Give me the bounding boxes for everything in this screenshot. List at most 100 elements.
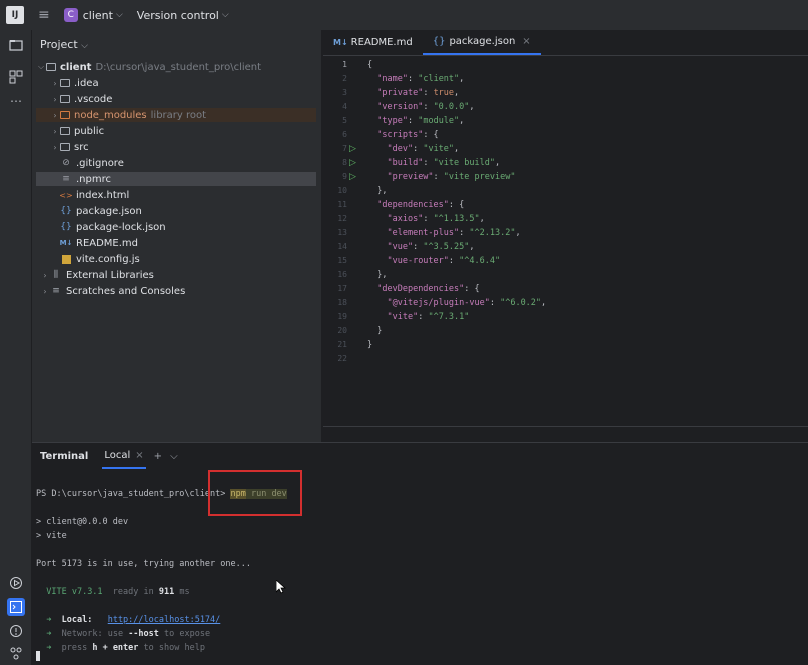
chevron-down-icon[interactable]: ⌵ — [116, 10, 123, 20]
chevron-right-icon[interactable]: › — [50, 143, 60, 152]
terminal-output-line: ➜ press h + enter to show help — [36, 641, 205, 655]
line-number: 5 — [342, 116, 347, 125]
more-icon[interactable]: ⋯ — [7, 92, 25, 110]
tree-item-src[interactable]: › src — [36, 140, 316, 154]
terminal-icon[interactable] — [7, 598, 25, 616]
vite-version: VITE v7.3.1 — [46, 587, 103, 597]
folder-icon — [60, 143, 70, 151]
run-script-icon[interactable]: ▷ — [349, 142, 359, 156]
tree-item-package-lock-json[interactable]: {} package-lock.json — [36, 220, 316, 234]
tree-item-package-json[interactable]: {} package.json — [36, 204, 316, 218]
tab-label: README.md — [350, 37, 413, 48]
code-line: "vue": "^3.5.25", — [387, 242, 475, 252]
library-root-note: library root — [150, 109, 207, 121]
root-folder-path: D:\cursor\java_student_pro\client — [95, 61, 262, 73]
chevron-right-icon[interactable]: › — [50, 95, 60, 104]
line-number: 21 — [337, 340, 347, 349]
editor-scrollbar[interactable] — [323, 426, 808, 442]
code-line: }, — [367, 270, 388, 280]
tree-item-label: index.html — [76, 189, 130, 201]
tab-local[interactable]: Local × — [102, 443, 146, 469]
close-icon[interactable]: × — [522, 36, 530, 47]
tree-item-npmrc[interactable]: ≡ .npmrc — [36, 172, 316, 186]
tree-item-index-html[interactable]: <> index.html — [36, 188, 316, 202]
tree-item-label: package.json — [76, 205, 142, 217]
title-bar: IJ ≡ C client ⌵ Version control ⌵ — [0, 0, 808, 30]
tree-item-external-libraries[interactable]: › ⫼ External Libraries — [36, 268, 316, 282]
terminal-output-line: > client@0.0.0 dev — [36, 517, 129, 527]
structure-icon[interactable] — [7, 68, 25, 86]
terminal-output-line: > vite — [36, 531, 67, 541]
local-label: Local: — [61, 615, 93, 625]
tree-item-readme[interactable]: M↓ README.md — [36, 236, 316, 250]
code-line: "devDependencies": { — [377, 284, 480, 294]
tree-item-label: .npmrc — [76, 173, 111, 185]
chevron-right-icon[interactable]: › — [50, 111, 60, 120]
tree-item-node-modules[interactable]: › node_modules library root — [36, 108, 316, 122]
folder-icon[interactable] — [7, 36, 25, 54]
line-number: 3 — [342, 88, 347, 97]
run-icon[interactable] — [7, 574, 25, 592]
project-name-dropdown[interactable]: client — [83, 9, 113, 22]
line-number: 1 — [342, 60, 347, 69]
tree-item-scratches[interactable]: › ≡ Scratches and Consoles — [36, 284, 316, 298]
left-toolbar: ⋯ — [0, 30, 32, 665]
run-script-icon[interactable]: ▷ — [349, 156, 359, 170]
run-script-icon[interactable]: ▷ — [349, 170, 359, 184]
line-number: 20 — [337, 326, 347, 335]
highlight-annotation-box — [208, 470, 302, 516]
code-line: "type": "module", — [377, 116, 465, 126]
markdown-file-icon: M↓ — [59, 239, 73, 247]
terminal-output-line: VITE v7.3.1 ready in 911 ms — [36, 585, 190, 599]
ready-label: ready in — [112, 587, 154, 597]
network-use: use — [107, 629, 124, 639]
line-number: 17 — [337, 284, 347, 293]
new-terminal-icon[interactable]: + — [154, 451, 162, 462]
close-icon[interactable]: × — [135, 450, 143, 461]
code-line: "name": "client", — [377, 74, 465, 84]
tree-item-vite-config[interactable]: vite.config.js — [36, 252, 316, 266]
chevron-right-icon[interactable]: › — [50, 127, 60, 136]
project-badge-icon[interactable]: C — [63, 8, 78, 22]
chevron-down-icon[interactable]: ⌵ — [81, 41, 88, 51]
folder-icon — [46, 63, 56, 71]
chevron-down-icon[interactable]: ⌵ — [222, 10, 229, 20]
app-logo-icon[interactable]: IJ — [6, 6, 24, 24]
terminal-title: Terminal — [40, 450, 89, 462]
project-title-label: Project — [40, 38, 78, 51]
arrow-icon: ➜ — [46, 615, 52, 625]
line-number: 16 — [337, 270, 347, 279]
mouse-pointer-icon — [276, 580, 286, 594]
editor-panel: M↓ README.md {} package.json × 1 2 3 4 5… — [323, 30, 808, 442]
terminal-cursor — [36, 651, 40, 661]
tree-item-vscode[interactable]: › .vscode — [36, 92, 316, 106]
line-number: 7 — [342, 144, 347, 153]
ready-ms: 911 — [158, 587, 175, 597]
chevron-down-icon[interactable]: ⌵ — [170, 451, 178, 462]
press-label: press — [61, 643, 88, 653]
tree-item-gitignore[interactable]: ⊘ .gitignore — [36, 156, 316, 170]
ms-label: ms — [179, 587, 190, 597]
line-number: 2 — [342, 74, 347, 83]
chevron-right-icon[interactable]: › — [50, 79, 60, 88]
code-line: "dependencies": { — [377, 200, 465, 210]
tree-root-client[interactable]: ⌵ client D:\cursor\java_student_pro\clie… — [36, 60, 316, 74]
problems-icon[interactable] — [7, 622, 25, 640]
markdown-file-icon: M↓ — [333, 38, 348, 47]
git-icon[interactable] — [7, 644, 25, 662]
chevron-down-icon[interactable]: ⌵ — [36, 62, 46, 72]
tab-package-json[interactable]: {} package.json × — [422, 30, 541, 55]
chevron-right-icon[interactable]: › — [40, 271, 50, 280]
project-panel-title[interactable]: Project ⌵ — [40, 38, 88, 51]
tree-item-idea[interactable]: › .idea — [36, 76, 316, 90]
local-url-link[interactable]: http://localhost:5174/ — [108, 615, 221, 625]
tree-item-label: node_modules — [74, 109, 147, 121]
line-number: 4 — [342, 102, 347, 111]
chevron-right-icon[interactable]: › — [40, 287, 50, 296]
tree-item-public[interactable]: › public — [36, 124, 316, 138]
code-line: "vite": "^7.3.1" — [387, 312, 470, 322]
tab-readme[interactable]: M↓ README.md — [323, 30, 423, 55]
line-number: 6 — [342, 130, 347, 139]
main-menu-icon[interactable]: ≡ — [38, 7, 50, 23]
version-control-dropdown[interactable]: Version control — [137, 9, 219, 22]
